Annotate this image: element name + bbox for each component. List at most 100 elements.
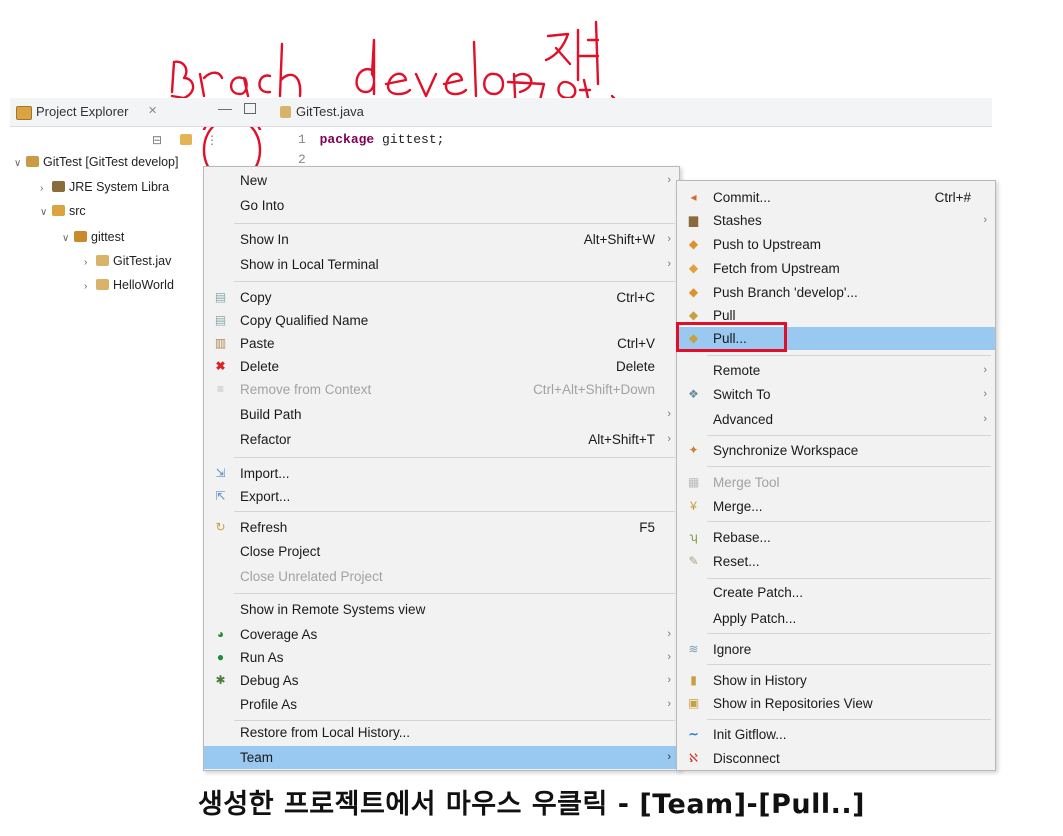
tree-item-label: GitTest.jav	[113, 254, 172, 268]
menu-item-debug-as[interactable]: ✱ Debug As ›	[204, 669, 679, 692]
menu-item-show-in-terminal[interactable]: Show in Local Terminal ›	[204, 253, 679, 276]
menu-item-team[interactable]: Team ›	[204, 746, 679, 769]
library-icon	[52, 181, 65, 192]
export-icon: ⇱	[215, 489, 226, 503]
java-file-icon	[280, 106, 291, 118]
menu-item-refresh[interactable]: ↻ Refresh F5	[204, 516, 679, 539]
run-icon: ●	[216, 650, 225, 664]
tree-item-file[interactable]: › GitTest.jav	[84, 250, 171, 272]
tree-item-package[interactable]: ∨ gittest	[62, 226, 124, 248]
menu-item-remote-systems[interactable]: Show in Remote Systems view	[204, 598, 679, 621]
switch-icon: ❖	[688, 387, 699, 401]
highlight-box	[676, 322, 787, 352]
editor-tab-label[interactable]: GitTest.java	[296, 104, 364, 119]
project-explorer-header: Project Explorer ✕ —	[10, 98, 272, 127]
collapse-all-icon[interactable]: ⊟	[152, 133, 162, 147]
link-editor-icon[interactable]	[180, 134, 192, 145]
menu-item-delete[interactable]: ✖ Delete Delete	[204, 355, 679, 378]
menu-item-show-history[interactable]: ▮ Show in History	[677, 669, 995, 692]
menu-item-synchronize[interactable]: ✦ Synchronize Workspace	[677, 439, 995, 462]
menu-item-remote[interactable]: Remote ›	[677, 359, 995, 382]
menu-item-run-as[interactable]: ● Run As ›	[204, 646, 679, 669]
chevron-right-icon[interactable]: ›	[40, 178, 52, 200]
pull-icon: ◆	[688, 308, 699, 322]
menu-item-restore-history[interactable]: Restore from Local History...	[204, 721, 679, 744]
push-icon: ◆	[688, 237, 699, 251]
paste-icon: ▥	[214, 336, 227, 350]
menu-item-stashes[interactable]: ▆ Stashes ›	[677, 209, 995, 232]
menu-item-import[interactable]: ⇲ Import...	[204, 462, 679, 485]
menu-item-export[interactable]: ⇱ Export...	[204, 485, 679, 508]
menu-item-push-upstream[interactable]: ◆ Push to Upstream	[677, 233, 995, 256]
menu-item-close-project[interactable]: Close Project	[204, 540, 679, 563]
project-folder-icon	[26, 156, 39, 167]
merge-tool-icon: ▦	[687, 475, 700, 489]
code-line: 2	[298, 152, 306, 167]
menu-item-copy-qualified[interactable]: ▤ Copy Qualified Name	[204, 309, 679, 332]
menu-item-build-path[interactable]: Build Path ›	[204, 403, 679, 426]
refresh-icon: ↻	[215, 520, 226, 534]
chevron-down-icon[interactable]: ∨	[62, 228, 74, 250]
menu-item-rebase[interactable]: ʮ Rebase...	[677, 526, 995, 549]
merge-icon: ¥	[690, 499, 697, 513]
disconnect-icon: ℵ	[689, 751, 698, 765]
chevron-down-icon[interactable]: ∨	[40, 202, 52, 224]
menu-item-new[interactable]: New ›	[204, 169, 679, 192]
line-number: 1	[298, 132, 306, 147]
push-branch-icon: ◆	[688, 285, 699, 299]
menu-item-init-gitflow[interactable]: ∼ Init Gitflow...	[677, 723, 995, 746]
code-text: gittest;	[374, 132, 445, 147]
menu-item-paste[interactable]: ▥ Paste Ctrl+V	[204, 332, 679, 355]
tree-item-label: gittest	[91, 230, 125, 244]
menu-item-reset[interactable]: ✎ Reset...	[677, 550, 995, 573]
tree-item-label: JRE System Libra	[69, 180, 170, 194]
java-file-icon	[96, 255, 109, 266]
line-number: 2	[298, 152, 306, 167]
ignore-icon: ≋	[688, 642, 699, 656]
tree-item-project[interactable]: ∨ GitTest [GitTest develop]	[14, 151, 178, 173]
close-view-icon[interactable]: ✕	[148, 104, 157, 117]
menu-item-fetch-upstream[interactable]: ◆ Fetch from Upstream	[677, 257, 995, 280]
menu-item-profile-as[interactable]: Profile As ›	[204, 693, 679, 716]
team-submenu: ◂ Commit... Ctrl+# ▆ Stashes › ◆ Push to Upst…	[676, 180, 996, 771]
project-explorer-icon	[16, 106, 32, 120]
source-folder-icon	[52, 205, 65, 216]
tree-item-label: GitTest [GitTest develop]	[43, 155, 179, 169]
menu-item-disconnect[interactable]: ℵ Disconnect	[677, 747, 995, 770]
view-menu-icon[interactable]: ⋮	[206, 133, 218, 147]
menu-item-create-patch[interactable]: Create Patch...	[677, 581, 995, 604]
fetch-icon: ◆	[688, 261, 699, 275]
menu-item-merge-tool: ▦ Merge Tool	[687, 475, 780, 490]
stashes-icon: ▆	[688, 213, 699, 227]
chevron-down-icon[interactable]: ∨	[14, 153, 26, 175]
menu-item-advanced[interactable]: Advanced ›	[677, 408, 995, 431]
code-line: 1 package gittest;	[298, 132, 444, 147]
menu-item-apply-patch[interactable]: Apply Patch...	[677, 607, 995, 630]
menu-item-copy[interactable]: ▤ Copy Ctrl+C	[204, 286, 679, 309]
menu-item-ignore[interactable]: ≋ Ignore	[677, 638, 995, 661]
menu-item-go-into[interactable]: Go Into	[204, 194, 679, 217]
menu-item-show-repositories[interactable]: ▣ Show in Repositories View	[677, 692, 995, 715]
gitflow-icon: ∼	[688, 727, 699, 741]
history-icon: ▮	[690, 673, 697, 687]
menu-item-refactor[interactable]: Refactor Alt+Shift+T ›	[204, 428, 679, 451]
chevron-right-icon[interactable]: ›	[84, 252, 96, 274]
editor-tab-bar: GitTest.java	[272, 98, 992, 127]
minimize-icon[interactable]: —	[218, 100, 232, 116]
menu-item-merge[interactable]: ¥ Merge...	[677, 495, 995, 518]
context-menu: New › Go Into Show In Alt+Shift+W › Show in…	[203, 166, 680, 771]
menu-item-commit[interactable]: ◂ Commit... Ctrl+#	[677, 186, 995, 209]
maximize-icon[interactable]	[244, 103, 256, 114]
menu-item-show-in[interactable]: Show In Alt+Shift+W ›	[204, 228, 679, 251]
code-keyword: package	[319, 132, 375, 147]
caption: 생성한 프로젝트에서 마우스 우클릭 - [Team]-[Pull..]	[198, 789, 865, 820]
tree-item-src[interactable]: ∨ src	[40, 200, 86, 222]
remove-context-icon: ≡	[216, 382, 224, 396]
chevron-right-icon[interactable]: ›	[84, 276, 96, 298]
tree-item-file[interactable]: › HelloWorld	[84, 274, 174, 296]
menu-item-push-branch[interactable]: ◆ Push Branch 'develop'...	[677, 281, 995, 304]
menu-item-switch-to[interactable]: ❖ Switch To ›	[677, 383, 995, 406]
menu-item-coverage-as[interactable]: ◕ Coverage As ›	[204, 623, 679, 646]
tree-item-jre[interactable]: › JRE System Libra	[40, 176, 169, 198]
menu-item-remove-from-context: ≡ Remove from Context Ctrl+Alt+Shift+Down	[204, 378, 679, 401]
